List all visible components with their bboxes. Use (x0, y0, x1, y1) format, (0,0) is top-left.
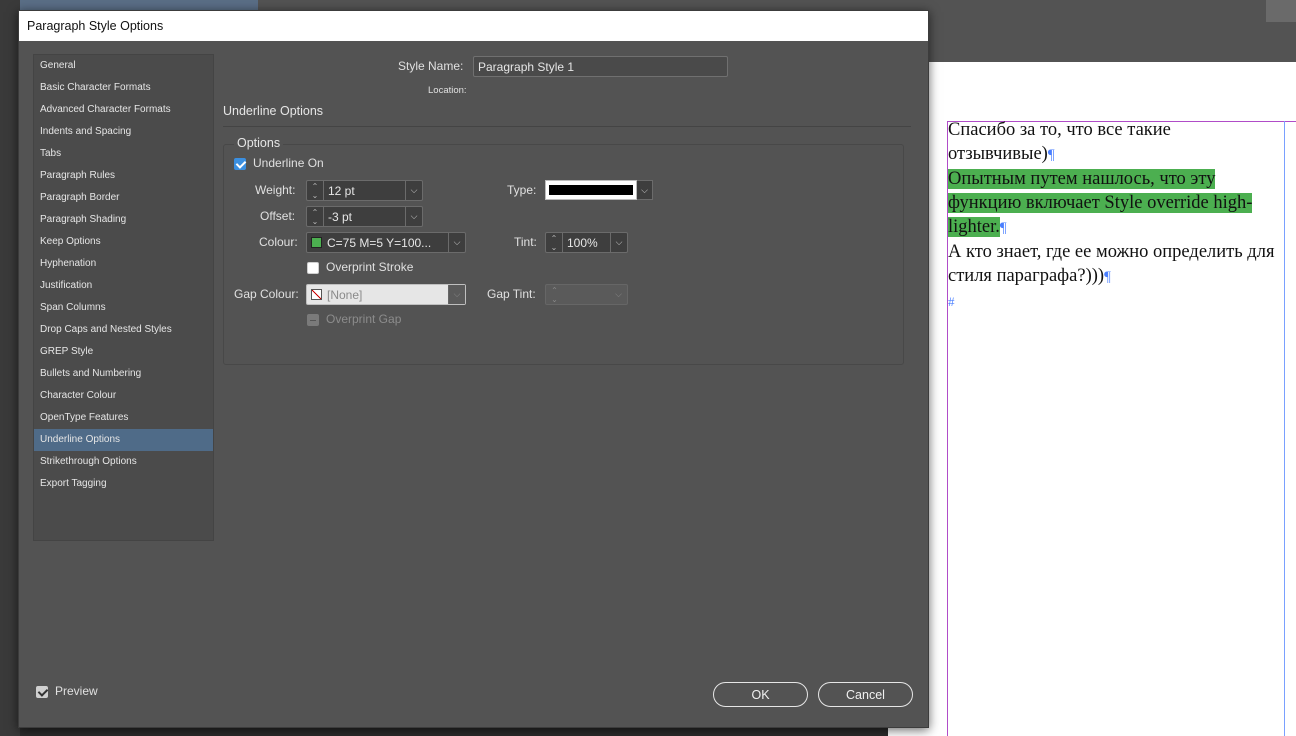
overprint-stroke-label: Overprint Stroke (326, 260, 414, 274)
sidebar-item-advanced-character-formats[interactable]: Advanced Character Formats (34, 99, 213, 121)
cancel-button[interactable]: Cancel (818, 682, 913, 707)
sidebar-item-paragraph-rules[interactable]: Paragraph Rules (34, 165, 213, 187)
style-name-label: Style Name: (398, 59, 464, 73)
divider (223, 126, 911, 127)
offset-stepper[interactable]: ⌃ ⌄ -3 pt ⌵ (306, 206, 423, 227)
sidebar-item-general[interactable]: General (34, 55, 213, 77)
stepper-arrows-icon[interactable]: ⌃ ⌄ (307, 181, 324, 200)
doc-paragraph-3: А кто знает, где ее можно определить для… (948, 242, 1275, 286)
end-of-story-mark: # (948, 294, 955, 309)
underline-on-label: Underline On (253, 156, 324, 170)
tint-value[interactable]: 100% (563, 236, 610, 250)
chevron-down-icon[interactable]: ⌵ (405, 207, 422, 226)
type-label: Type: (507, 183, 537, 197)
sidebar-item-justification[interactable]: Justification (34, 275, 213, 297)
sidebar-item-underline-options[interactable]: Underline Options (34, 429, 213, 451)
sidebar-item-keep-options[interactable]: Keep Options (34, 231, 213, 253)
stroke-type-preview[interactable] (545, 180, 637, 200)
chevron-down-icon[interactable]: ⌵ (448, 233, 465, 252)
chevron-down-icon[interactable]: ⌵ (610, 233, 627, 252)
sidebar-item-hyphenation[interactable]: Hyphenation (34, 253, 213, 275)
chevron-down-icon[interactable]: ⌵ (405, 181, 422, 200)
gap-tint-stepper[interactable]: ⌃ ⌄ ⌵ (545, 284, 628, 305)
none-swatch-icon (311, 289, 322, 300)
sidebar-item-grep-style[interactable]: GREP Style (34, 341, 213, 363)
app-left-strip (0, 0, 20, 736)
sidebar-item-strikethrough-options[interactable]: Strikethrough Options (34, 451, 213, 473)
preview-label: Preview (55, 684, 98, 698)
pilcrow-mark: ¶ (999, 220, 1007, 236)
section-title: Underline Options (223, 104, 324, 118)
tint-stepper[interactable]: ⌃ ⌄ 100% ⌵ (545, 232, 628, 253)
location-label: Location: (428, 85, 467, 96)
weight-stepper[interactable]: ⌃ ⌄ 12 pt ⌵ (306, 180, 423, 201)
pilcrow-mark: ¶ (1104, 269, 1111, 285)
options-group-title: Options (234, 136, 284, 150)
chevron-down-icon[interactable]: ⌵ (448, 285, 465, 304)
stepper-arrows-icon[interactable]: ⌃ ⌄ (307, 207, 324, 226)
overprint-gap-checkbox[interactable] (307, 314, 319, 326)
chevron-down-icon[interactable]: ⌵ (637, 180, 653, 200)
sidebar-item-paragraph-shading[interactable]: Paragraph Shading (34, 209, 213, 231)
preview-checkbox[interactable] (36, 686, 48, 698)
offset-value[interactable]: -3 pt (324, 210, 405, 224)
stepper-arrows-icon[interactable]: ⌃ ⌄ (546, 285, 563, 304)
category-list: General Basic Character Formats Advanced C… (33, 54, 214, 541)
tint-label: Tint: (514, 235, 537, 249)
type-dropdown[interactable]: ⌵ (545, 180, 653, 200)
sidebar-item-tabs[interactable]: Tabs (34, 143, 213, 165)
sidebar-item-drop-caps-and-nested-styles[interactable]: Drop Caps and Nested Styles (34, 319, 213, 341)
sidebar-item-indents-and-spacing[interactable]: Indents and Spacing (34, 121, 213, 143)
paragraph-style-options-dialog: Paragraph Style Options General Basic Cha… (18, 10, 929, 728)
overprint-gap-label: Overprint Gap (326, 312, 402, 326)
pilcrow-mark: ¶ (1047, 147, 1055, 163)
colour-value[interactable]: C=75 M=5 Y=100... (327, 236, 448, 250)
colour-dropdown[interactable]: C=75 M=5 Y=100... ⌵ (306, 232, 466, 253)
colour-swatch (311, 237, 322, 248)
chevron-down-icon[interactable]: ⌵ (610, 285, 627, 304)
gap-colour-dropdown[interactable]: [None] ⌵ (306, 284, 466, 305)
options-group (223, 144, 904, 365)
sidebar-item-span-columns[interactable]: Span Columns (34, 297, 213, 319)
gap-colour-value[interactable]: [None] (327, 288, 448, 302)
weight-value[interactable]: 12 pt (324, 184, 405, 198)
document-text-frame[interactable]: Спасибо за то, что все такие отзывчивые)… (948, 118, 1280, 314)
weight-label: Weight: (255, 183, 296, 197)
gap-colour-label: Gap Colour: (234, 287, 299, 301)
style-name-input[interactable] (473, 56, 728, 77)
doc-paragraph-1: Спасибо за то, что все такие отзывчивые) (948, 120, 1171, 164)
column-guide (1284, 121, 1285, 736)
sidebar-item-opentype-features[interactable]: OpenType Features (34, 407, 213, 429)
gap-tint-label: Gap Tint: (487, 287, 536, 301)
sidebar-item-paragraph-border[interactable]: Paragraph Border (34, 187, 213, 209)
ok-button[interactable]: OK (713, 682, 808, 707)
stepper-arrows-icon[interactable]: ⌃ ⌄ (546, 233, 563, 252)
sidebar-item-basic-character-formats[interactable]: Basic Character Formats (34, 77, 213, 99)
pen-tool-icon[interactable] (1266, 0, 1296, 22)
sidebar-item-export-tagging[interactable]: Export Tagging (34, 473, 213, 495)
doc-paragraph-2-highlighted: Опытным путем нашлось, что эту функцию в… (948, 169, 1253, 237)
overprint-stroke-checkbox[interactable] (307, 262, 319, 274)
offset-label: Offset: (260, 209, 296, 223)
sidebar-item-character-colour[interactable]: Character Colour (34, 385, 213, 407)
sidebar-item-bullets-and-numbering[interactable]: Bullets and Numbering (34, 363, 213, 385)
colour-label: Colour: (259, 235, 298, 249)
dialog-title: Paragraph Style Options (19, 11, 928, 41)
underline-on-checkbox[interactable] (234, 158, 246, 170)
app-panel-tab (20, 0, 258, 10)
